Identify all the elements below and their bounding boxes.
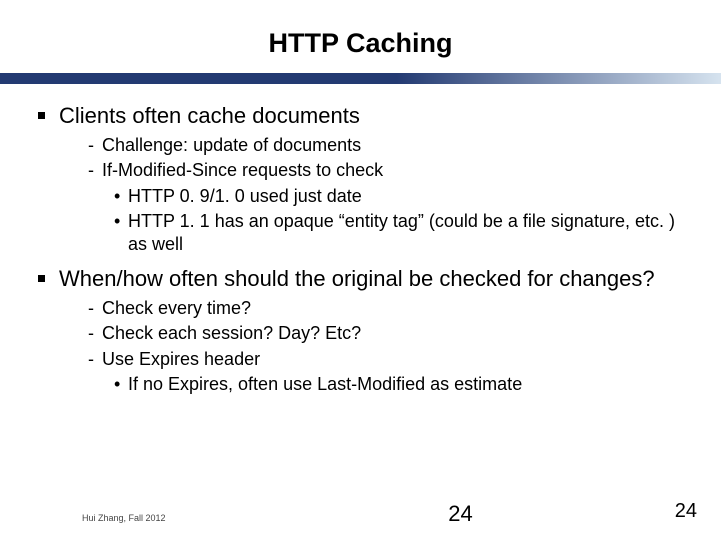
sub-list-2: - Check every time? - Check each session… [38,297,683,396]
bullet-when-how: When/how often should the original be ch… [38,265,683,293]
dash-each-session: - Check each session? Day? Etc? [88,322,683,345]
dash-text: Use Expires header [102,348,260,371]
slide-content: Clients often cache documents - Challeng… [0,84,721,396]
dash-challenge: - Challenge: update of documents [88,134,683,157]
bullet-clients-cache: Clients often cache documents [38,102,683,130]
page-number-right: 24 [675,500,697,523]
dash-text: If-Modified-Since requests to check [102,159,383,182]
dash-text: Challenge: update of documents [102,134,361,157]
square-bullet-icon [38,112,45,119]
dash-expires: - Use Expires header [88,348,683,371]
dot-text: If no Expires, often use Last-Modified a… [128,373,522,396]
dot-icon: • [114,373,128,396]
dash-icon: - [88,297,102,320]
dash-icon: - [88,322,102,345]
slide-title: HTTP Caching [0,0,721,69]
dot-text: HTTP 1. 1 has an opaque “entity tag” (co… [128,210,683,255]
dot-text: HTTP 0. 9/1. 0 used just date [128,185,362,208]
dash-icon: - [88,159,102,182]
bullet-text: When/how often should the original be ch… [59,265,655,293]
dot-icon: • [114,210,128,255]
dash-text: Check each session? Day? Etc? [102,322,361,345]
page-number-center: 24 [0,501,721,527]
dash-if-modified: - If-Modified-Since requests to check [88,159,683,182]
dot-http09: • HTTP 0. 9/1. 0 used just date [114,185,683,208]
dash-icon: - [88,348,102,371]
dot-icon: • [114,185,128,208]
square-bullet-icon [38,275,45,282]
dash-text: Check every time? [102,297,251,320]
bullet-text: Clients often cache documents [59,102,360,130]
sub-list-1: - Challenge: update of documents - If-Mo… [38,134,683,256]
dot-http11: • HTTP 1. 1 has an opaque “entity tag” (… [114,210,683,255]
dot-list-1: • HTTP 0. 9/1. 0 used just date • HTTP 1… [88,185,683,256]
slide-root: HTTP Caching Clients often cache documen… [0,0,721,541]
dash-every-time: - Check every time? [88,297,683,320]
dot-list-2: • If no Expires, often use Last-Modified… [88,373,683,396]
dash-icon: - [88,134,102,157]
title-divider [0,73,721,84]
dot-no-expires: • If no Expires, often use Last-Modified… [114,373,683,396]
